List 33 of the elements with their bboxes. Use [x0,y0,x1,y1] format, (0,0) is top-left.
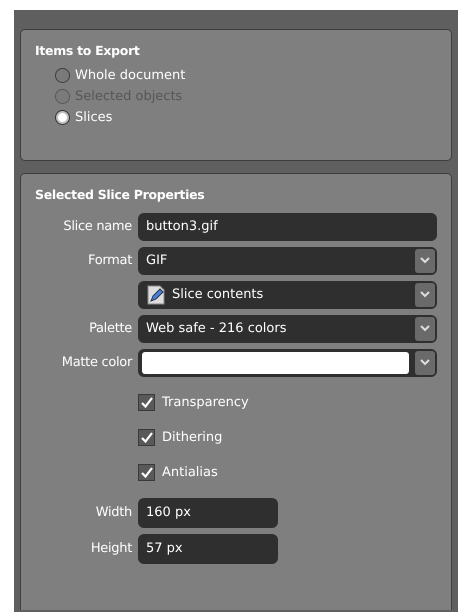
field-label: Slice name [62,218,132,236]
chevron-down-icon [415,316,435,341]
chevron-down-icon [415,350,435,375]
section-title: Selected Slice Properties [35,186,206,204]
section-title: Items to Export [35,42,141,60]
dropdown-value: Slice contents [172,286,264,304]
pen-page-icon [146,284,166,305]
checkbox[interactable] [138,394,155,411]
dropdown[interactable]: Web safe - 216 colors [138,314,437,343]
radio-button[interactable] [55,68,70,83]
field-label: Matte color [60,354,132,372]
chevron-down-icon [415,248,435,273]
field-label: Height [90,540,132,558]
text-field[interactable]: 57 px [138,534,278,564]
radio-button[interactable] [55,110,70,125]
checkbox-label[interactable]: Dithering [162,428,222,447]
field-label: Format [86,252,132,270]
checkbox[interactable] [138,464,155,481]
checkbox-label[interactable]: Antialias [162,462,218,482]
text-field[interactable]: 160 px [138,498,278,528]
dropdown-value: GIF [146,252,168,270]
dropdown-value: Web safe - 216 colors [146,320,286,338]
radio-label[interactable]: Slices [75,108,112,127]
color-picker[interactable] [138,348,437,377]
radio-label[interactable]: Whole document [75,66,186,85]
field-label: Palette [88,320,132,338]
dropdown[interactable]: GIF [138,246,437,275]
chevron-down-icon [415,282,435,307]
text-field[interactable]: button3.gif [138,212,437,241]
dropdown[interactable]: Slice contents [138,280,437,309]
checkbox[interactable] [138,428,155,446]
field-label: Width [94,504,132,522]
checkbox-label[interactable]: Transparency [162,392,249,412]
